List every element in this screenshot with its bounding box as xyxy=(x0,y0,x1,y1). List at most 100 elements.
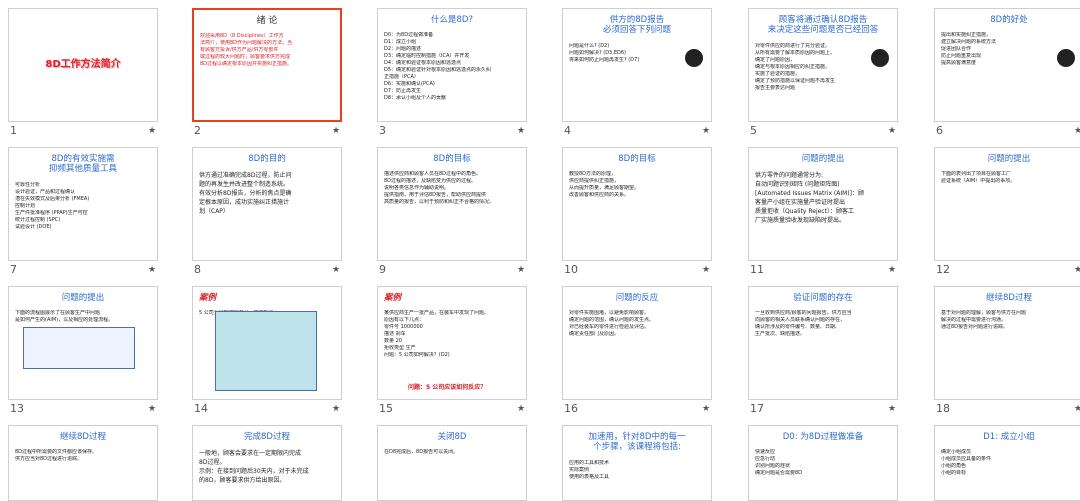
slide-body: 下面的流程图展示了在顾客生产中问题 是如何产生的(AIM)，以及相应的处理流程。 xyxy=(15,310,151,324)
slide-title: 问题的反应 xyxy=(615,293,659,303)
slide-thumbnail-2[interactable]: 绪 论欢迎采用8D（8 Disciplines）工作方 法简介，使用8D作为问题解… xyxy=(192,8,342,122)
slide-thumbnail-22[interactable]: 加速用，针对8D中的每一 个步骤，该课程将包括: 应用的工具和技术 实际案例 使用的表… xyxy=(562,425,712,501)
body-line: 小组的角色 xyxy=(941,463,967,469)
body-line: 促进团队合作 xyxy=(941,46,972,52)
slide-title: D1: 成立小组 xyxy=(983,432,1035,442)
body-line: 8D过程中所需要的文件都应该保存。 xyxy=(15,449,98,455)
slide-transition-icon: ★ xyxy=(1074,404,1080,414)
body-line: 质量拒收（Quality Reject）：顾客工 xyxy=(755,208,854,215)
slide-transition-icon: ★ xyxy=(148,404,157,414)
body-line: 示例：在接到问题后30天内，对于未完成 xyxy=(199,468,309,475)
slide-number: 18 xyxy=(936,402,950,415)
slide-transition-icon: ★ xyxy=(702,265,711,275)
slide-transition-icon: ★ xyxy=(332,404,341,414)
body-line: 自动问题识别矩阵 (问题矩阵图) xyxy=(755,181,840,188)
slide-title: 问题的提出 xyxy=(987,154,1031,164)
body-line: D3：确定临时控制措施（ICA）并开发 xyxy=(384,53,470,59)
slide-sorter-grid: 8D工作方法简介★1★绪 论欢迎采用8D（8 Disciplines）工作方法简… xyxy=(0,0,1080,501)
body-line: 下面的流程图展示了在顾客生产中问题 xyxy=(15,310,101,316)
body-line: D5：确定和验证针对根本原因和逃逸点的永久纠 xyxy=(384,67,492,73)
body-line: 厂实施质量验收发现缺陷时提出。 xyxy=(755,217,846,224)
clipart-figure-icon xyxy=(685,49,703,67)
body-line: 提供指南，用于评估8D报告，帮助供应商提供 xyxy=(384,192,487,198)
slide-number: 4 xyxy=(564,124,571,137)
body-line: 拒收类型 生产 xyxy=(384,345,416,351)
slide-thumbnail-6[interactable]: 8D的好处 提出和实施纠正措施， 建立解决问题的系统方法 促进团队合作 防止问题重复出现… xyxy=(934,8,1080,122)
slide-number: 9 xyxy=(379,263,386,276)
slide-body: 欢迎采用8D（8 Disciplines）工作方 法简介，使用8D作为问题解决的方… xyxy=(200,33,334,68)
slide-thumbnail-23[interactable]: D0: 为8D过程做准备快速反应应急行动识别问题的症状确定问题是否需要8D★ xyxy=(748,425,898,501)
slide-title: 继续8D过程 xyxy=(986,293,1032,303)
body-line: 验证系统（AIM）中提出的事项。 xyxy=(941,178,1016,184)
slide-thumbnail-3[interactable]: 什么是8D? D0：为8D过程做准备 D1：成立小组 D2：问题的描述 D3：确定临时控… xyxy=(377,8,527,122)
slide-title: 8D的有效实施需 抑频其他质量工具 xyxy=(48,154,117,174)
slide-title: 继续8D过程 xyxy=(60,432,106,442)
slide-transition-icon: ★ xyxy=(702,126,711,136)
case-question: 问题：5 公司应该如何反应？ xyxy=(408,384,487,391)
body-line: 可靠性分析 xyxy=(15,182,41,188)
slide-number: 17 xyxy=(750,402,764,415)
slide-transition-icon: ★ xyxy=(517,126,526,136)
body-line: 是如何产生的(AIM)，以及相应的处理流程。 xyxy=(15,317,114,323)
body-line: 应急行动 xyxy=(755,456,776,462)
body-line: 实施了验证的措施， xyxy=(755,71,801,77)
slide-thumbnail-4[interactable]: 供方的8D报告 必须回答下列问题 问题是什么? (D2) 问题如何解决? (D3,E… xyxy=(562,8,712,122)
body-line: D2：问题的描述 xyxy=(384,46,422,52)
slide-thumbnail-7[interactable]: 8D的有效实施需 抑频其他质量工具 可靠性分析 设计验证，产品和过程确认 潜在失效模式… xyxy=(8,147,158,261)
slide-thumbnail-1[interactable]: 8D工作方法简介★ xyxy=(8,8,158,122)
slide-thumbnail-9[interactable]: 8D的目标 描述供应商和顾客人员在8D过程中的角色。 8D过程的描述，及缺陷变为供应… xyxy=(377,147,527,261)
body-line: 正措施（PCA） xyxy=(384,74,419,80)
body-line: 或过程的较大问题时，顾客要求供方完成 xyxy=(200,54,291,60)
slide-thumbnail-17[interactable]: 验证问题的存在 一旦收到供应商/顾客的问题报告，供方应当 向顾客的相关人员联系确认问… xyxy=(748,286,898,400)
body-line: 建立解决问题的系统方法 xyxy=(941,39,997,45)
slide-title: 8D工作方法简介 xyxy=(45,59,121,70)
slide-body: 基于对问题的理解，顾客与供方在问题 解决的过程中需要进行沟通。 通过8D报告对问题进… xyxy=(941,310,1077,331)
slide-thumbnail-11[interactable]: 问题的提出 供方零件的问题通常分为: 自动问题识别矩阵 (问题矩阵图) [Automa… xyxy=(748,147,898,261)
body-line: 试验设计 (DOE) xyxy=(15,224,52,230)
body-line: D6：实施和确认(PCA) xyxy=(384,81,435,87)
slide-body: 一般地，顾客会要求在一定期限内完成 8D过程。 示例：在接到问题后30天内，对于未完… xyxy=(199,449,335,485)
body-line: 对零件实施围堵，以避免影响顾客。 xyxy=(569,310,650,316)
slide-body: 下面的表列出了项目在顾客工厂 验证系统（AIM）中提出的事项。 xyxy=(941,171,1077,185)
slide-transition-icon: ★ xyxy=(888,265,897,275)
slide-thumbnail-13[interactable]: 问题的提出 下面的流程图展示了在顾客生产中问题 是如何产生的(AIM)，以及相应的处… xyxy=(8,286,158,400)
slide-title: 加速用，针对8D中的每一 个步骤，该课程将包括: xyxy=(588,432,686,452)
slide-body: 快速反应 应急行动 识别问题的症状 确定问题是否需要8D xyxy=(755,449,891,477)
body-line: 基于对问题的理解，顾客与供方在问题 xyxy=(941,310,1027,316)
slide-thumbnail-8[interactable]: 8D的目的 供方通过准确完成8D过程，防止问 题的再发生并改进整个制造系统。 有效分析… xyxy=(192,147,342,261)
slide-number: 16 xyxy=(564,402,578,415)
slide-title: 8D的目标 xyxy=(433,154,471,164)
body-line: D1：成立小组 xyxy=(384,39,417,45)
body-line: 划（CAP） xyxy=(199,208,229,215)
slide-thumbnail-20[interactable]: 完成8D过程 一般地，顾客会要求在一定期限内完成 8D过程。 示例：在接到问题后30天… xyxy=(192,425,342,501)
body-line: D0：为8D过程做准备 xyxy=(384,32,434,38)
slide-thumbnail-14[interactable]: 案例5 公司为顾客供应产品，如下所示：★ xyxy=(192,286,342,400)
slide-thumbnail-10[interactable]: 8D的目标 教授8D方法的原理， 供应商提供纠正措施， 从而提升质量，满足顾客期望。改… xyxy=(562,147,712,261)
slide-thumbnail-24[interactable]: D1: 成立小组确定小组成员小组成员应具备的条件小组的角色小组的目标★ xyxy=(934,425,1080,501)
body-line: 确定问题是否需要8D xyxy=(755,470,803,476)
body-line: 欢迎采用8D（8 Disciplines）工作方 xyxy=(200,33,284,39)
slide-number: 15 xyxy=(379,402,393,415)
slide-body: 提出和实施纠正措施， 建立解决问题的系统方法 促进团队合作 防止问题重复出现 提高顾客满… xyxy=(941,32,1077,67)
slide-title: 案例 xyxy=(199,293,217,303)
slide-thumbnail-5[interactable]: 顾客将通过确认8D报告 来决定这些问题是否已经回答 对零件供应的商进行了充分验证。… xyxy=(748,8,898,122)
body-line: 使用的表格及工具 xyxy=(569,474,610,480)
body-line: 有顾客方投诉/供方产品/供方零部件 xyxy=(200,47,279,53)
slide-thumbnail-12[interactable]: 问题的提出下面的表列出了项目在顾客工厂验证系统（AIM）中提出的事项。★ xyxy=(934,147,1080,261)
slide-body: D0：为8D过程做准备 D1：成立小组 D2：问题的描述 D3：确定临时控制措施（IC… xyxy=(384,32,520,102)
slide-title: 案例 xyxy=(384,293,402,303)
slide-title: 绪 论 xyxy=(256,16,278,26)
slide-thumbnail-18[interactable]: 继续8D过程基于对问题的理解，顾客与供方在问题 解决的过程中需要进行沟通。 通过8D… xyxy=(934,286,1080,400)
body-line: 生产批次、缺陷描述。 xyxy=(755,331,806,337)
slide-body: 教授8D方法的原理， 供应商提供纠正措施， 从而提升质量，满足顾客期望。 改善顾客和供… xyxy=(569,171,705,199)
body-line: 通过8D报告对问题进行追踪。 xyxy=(941,324,1009,330)
slide-thumbnail-15[interactable]: 案例 某供应商生产一批产品，在装车中发现了问题。 原因有以下几点： 零件号 10000… xyxy=(377,286,527,400)
slide-transition-icon: ★ xyxy=(1074,126,1080,136)
diagram-box xyxy=(215,311,317,391)
body-line: 控制计划 xyxy=(15,203,36,209)
slide-thumbnail-19[interactable]: 继续8D过程8D过程中所需要的文件都应该保存。供方应当对8D过程进行追踪。★ xyxy=(8,425,158,501)
slide-thumbnail-21[interactable]: 关闭8D在D8完成后，8D报告可以关闭。★ xyxy=(377,425,527,501)
slide-thumbnail-16[interactable]: 问题的反应 对零件实施围堵，以避免影响顾客。 确定问题的范围，确认问题的发生点。 对已… xyxy=(562,286,712,400)
body-line: 确定小组成员 xyxy=(941,449,972,455)
body-line: 供方零件的问题通常分为: xyxy=(755,172,824,179)
